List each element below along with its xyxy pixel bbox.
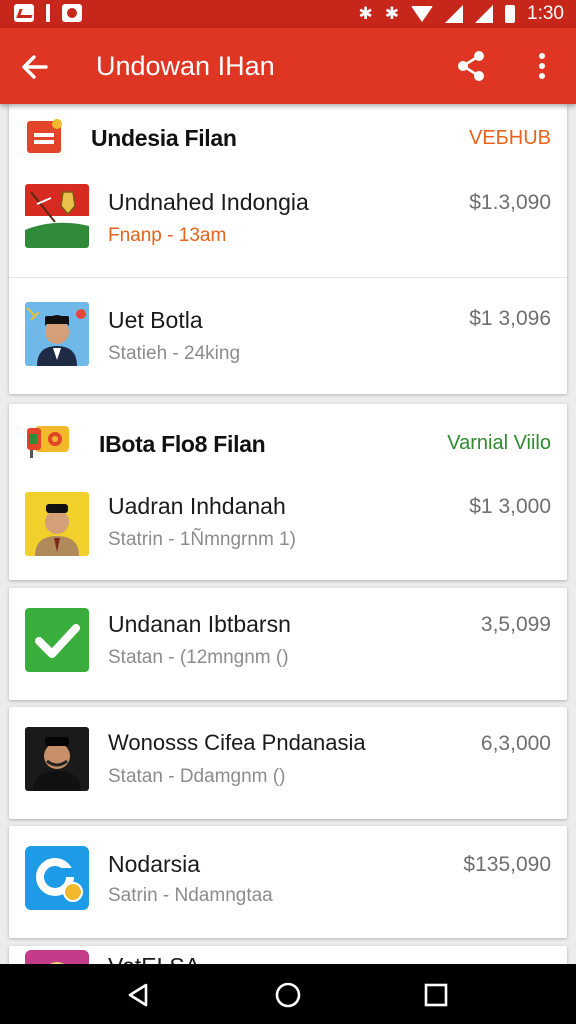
notification-icon [46, 4, 50, 22]
content-list: Undesia Filan VEБHUB Undnahed Indongia F… [0, 104, 576, 964]
app-bar: Undowan IHan [0, 28, 576, 104]
item-subtitle: Statan - (12mngnm () [108, 647, 289, 668]
wifi-icon [411, 6, 434, 22]
list-item[interactable]: Undnahed Indongia Fnanp - 13am $1.3,090 [9, 164, 567, 277]
list-item-card[interactable]: VetELSA [9, 946, 567, 964]
share-icon [458, 51, 484, 81]
navigation-bar [0, 964, 576, 1024]
item-subtitle: Fnanp - 13am [108, 225, 227, 246]
item-subtitle: Statieh - 24king [108, 343, 241, 364]
item-title: Uet Botla [108, 307, 203, 333]
status-bar: ✱ ✱ 1:30 [0, 0, 576, 28]
more-vert-icon [530, 53, 554, 79]
battery-icon [505, 5, 516, 23]
section-card: IBota Flo8 Filan Varnial Viilo Uadran In… [9, 404, 567, 580]
nav-home-button[interactable] [274, 981, 302, 1009]
list-item-card[interactable]: Undanan Ibtbarsn Statan - (12mngnm () 3,… [9, 588, 567, 700]
section-tag: Varnial Viilo [447, 432, 551, 454]
item-price: $1 3,096 [469, 307, 551, 330]
app-logo-icon [25, 846, 89, 910]
list-item-card[interactable]: Wonosss Cifea Pndanasia Statan - Ddamgnm… [9, 707, 567, 819]
list-item[interactable]: Uadran Inhdanah Statrin - 1Ñmngrnm 1) $1… [9, 474, 567, 580]
camera-app-icon [62, 4, 82, 22]
item-subtitle: Satrin - Ndamngtaa [108, 885, 273, 906]
app-title: Undowan IHan [96, 51, 275, 81]
item-price: $135,090 [463, 853, 551, 876]
item-title: Wonosss Cifea Pndanasia [108, 730, 366, 755]
item-title: Uadran Inhdanah [108, 493, 286, 519]
section-title: Undesia Filan [91, 125, 237, 151]
arrow-left-icon [22, 55, 48, 79]
item-subtitle: Statan - Ddamgnm () [108, 766, 286, 787]
bluetooth-alt-icon: ✱ [384, 4, 400, 23]
gmail-icon [14, 4, 34, 22]
section-card: Undesia Filan VEБHUB Undnahed Indongia F… [9, 104, 567, 394]
list-item-card[interactable]: Nodarsia Satrin - Ndamngtaa $135,090 [9, 826, 567, 938]
calendar-icon [25, 118, 65, 156]
bluetooth-icon: ✱ [358, 4, 373, 23]
portrait-dark-thumbnail-icon [25, 727, 89, 791]
item-subtitle: Statrin - 1Ñmngrnm 1) [108, 529, 296, 550]
portrait-thumbnail-icon [25, 302, 89, 366]
ticket-icon [25, 422, 69, 460]
item-title: VetELSA [108, 952, 200, 964]
list-item[interactable]: Uet Botla Statieh - 24king $1 3,096 [9, 277, 567, 393]
back-button[interactable] [16, 48, 54, 86]
portrait-yellow-thumbnail-icon [25, 492, 89, 556]
section-header[interactable]: Undesia Filan VEБHUB [9, 104, 567, 164]
app-thumbnail-icon [25, 950, 89, 964]
checkmark-icon [25, 608, 89, 672]
nav-recents-button[interactable] [422, 981, 450, 1009]
item-price: $1 3,000 [469, 495, 551, 518]
signal-icon [445, 5, 464, 23]
item-price: 6,3,000 [480, 732, 551, 755]
item-title: Undnahed Indongia [108, 189, 309, 215]
item-title: Undanan Ibtbarsn [108, 611, 291, 637]
section-title: IBota Flo8 Filan [99, 431, 266, 457]
item-title: Nodarsia [108, 851, 201, 877]
section-tag: VEБHUB [468, 127, 551, 149]
nav-home-icon [275, 982, 301, 1008]
flag-thumbnail-icon [25, 184, 89, 248]
status-time: 1:30 [527, 3, 564, 24]
section-header[interactable]: IBota Flo8 Filan Varnial Viilo [9, 404, 567, 474]
share-button[interactable] [454, 48, 488, 84]
signal-alt-icon [475, 5, 494, 23]
item-price: $1.3,090 [469, 191, 551, 214]
nav-back-icon [128, 983, 148, 1007]
nav-recents-icon [424, 983, 448, 1007]
nav-back-button[interactable] [124, 981, 152, 1009]
more-options-button[interactable] [530, 50, 554, 82]
item-price: 3,5,099 [480, 613, 551, 636]
